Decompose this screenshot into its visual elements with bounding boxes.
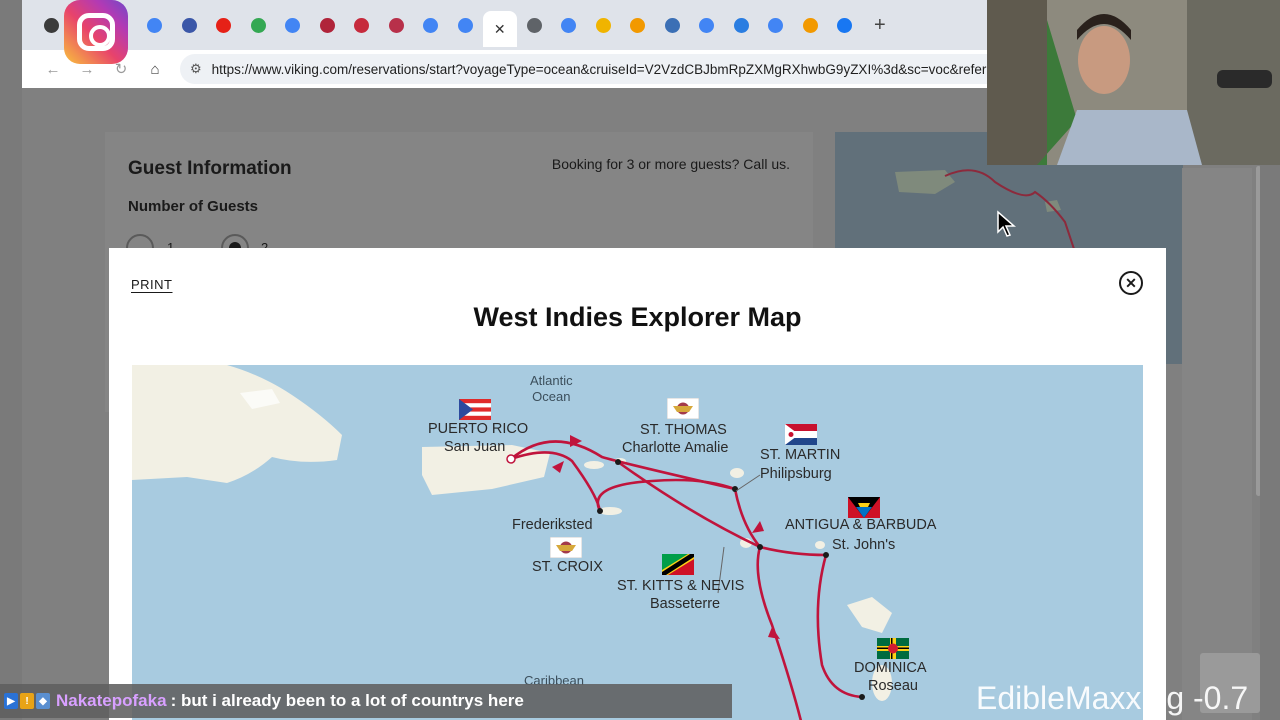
st-martin-flag-icon bbox=[785, 424, 817, 445]
chat-badges: ▶ ! ◆ bbox=[4, 693, 50, 709]
dominica-label: DOMINICA bbox=[854, 660, 927, 676]
san-juan-label: San Juan bbox=[444, 439, 506, 455]
st-martin-label: ST. MARTIN bbox=[760, 447, 841, 463]
tab-favicon-icon bbox=[526, 17, 542, 33]
bits-badge-icon: ◆ bbox=[36, 693, 50, 709]
browser-tab[interactable] bbox=[345, 9, 380, 41]
tab-favicon-icon bbox=[561, 17, 577, 33]
st-croix-label: ST. CROIX bbox=[532, 559, 603, 575]
antigua-barbuda-label: ANTIGUA & BARBUDA bbox=[785, 517, 937, 533]
browser-tab[interactable] bbox=[724, 9, 759, 41]
browser-tab[interactable] bbox=[241, 9, 276, 41]
print-link[interactable]: PRINT bbox=[131, 277, 173, 292]
home-icon[interactable]: ⌂ bbox=[138, 61, 172, 78]
tab-favicon-icon bbox=[733, 17, 749, 33]
puerto-rico-flag-icon bbox=[459, 399, 491, 420]
map-land-layer bbox=[132, 365, 892, 720]
site-settings-icon[interactable]: ⚙ bbox=[190, 61, 202, 77]
url-text: https://www.viking.com/reservations/star… bbox=[211, 61, 987, 77]
guest-information-title: Guest Information bbox=[128, 158, 292, 179]
atlantic-ocean-label: Atlantic Ocean bbox=[530, 373, 573, 404]
tab-favicon-icon bbox=[285, 17, 301, 33]
browser-tab-bar: ✕ + bbox=[22, 0, 987, 50]
browser-tab[interactable] bbox=[586, 9, 621, 41]
stream-chat-message: ▶ ! ◆ Nakatepofaka : but i already been … bbox=[0, 684, 732, 718]
tab-favicon-icon bbox=[43, 17, 59, 33]
tab-favicon-icon bbox=[837, 17, 853, 33]
active-browser-tab[interactable]: ✕ bbox=[482, 11, 517, 47]
tab-favicon-icon bbox=[147, 17, 163, 33]
tab-favicon-icon bbox=[319, 17, 335, 33]
st-kitts-nevis-label: ST. KITTS & NEVIS bbox=[617, 578, 745, 594]
booking-call-text: Booking for 3 or more guests? Call us. bbox=[551, 156, 790, 172]
sub-badge-icon: ! bbox=[20, 693, 34, 709]
tab-favicon-icon bbox=[802, 17, 818, 33]
number-of-guests-label: Number of Guests bbox=[128, 198, 259, 215]
browser-tab[interactable] bbox=[759, 9, 794, 41]
browser-tab[interactable] bbox=[828, 9, 863, 41]
st-croix-flag-icon bbox=[550, 537, 582, 558]
webcam-overlay bbox=[987, 0, 1280, 165]
antigua-barbuda-flag-icon bbox=[848, 497, 880, 518]
browser-tab[interactable] bbox=[621, 9, 656, 41]
tab-favicon-icon bbox=[423, 17, 439, 33]
plus-icon[interactable]: + bbox=[874, 14, 886, 37]
tab-favicon-icon bbox=[388, 17, 404, 33]
st-kitts-nevis-flag-icon bbox=[662, 554, 694, 575]
browser-tab[interactable] bbox=[655, 9, 690, 41]
browser-tab[interactable] bbox=[138, 9, 173, 41]
browser-tab[interactable] bbox=[793, 9, 828, 41]
browser-tab[interactable] bbox=[379, 9, 414, 41]
browser-tab[interactable] bbox=[552, 9, 587, 41]
tab-favicon-icon bbox=[699, 17, 715, 33]
prime-badge-icon: ▶ bbox=[4, 693, 18, 709]
browser-tab[interactable] bbox=[414, 9, 449, 41]
browser-address-bar: ← → ↻ ⌂ ⚙ https://www.viking.com/reserva… bbox=[22, 50, 987, 88]
browser-tab[interactable] bbox=[207, 9, 242, 41]
browser-tab[interactable] bbox=[448, 9, 483, 41]
charlotte-amalie-label: Charlotte Amalie bbox=[622, 440, 729, 456]
philipsburg-label: Philipsburg bbox=[760, 466, 832, 482]
instagram-logo-icon bbox=[64, 0, 128, 64]
tab-favicon-icon bbox=[664, 17, 680, 33]
tab-favicon-icon bbox=[250, 17, 266, 33]
summary-panel bbox=[1182, 168, 1252, 720]
tab-favicon-icon bbox=[630, 17, 646, 33]
roseau-label: Roseau bbox=[868, 678, 918, 694]
close-circle-icon[interactable]: ✕ bbox=[1119, 271, 1143, 295]
tab-favicon-icon bbox=[457, 17, 473, 33]
back-icon[interactable]: ← bbox=[36, 61, 70, 78]
puerto-rico-label: PUERTO RICO bbox=[428, 421, 529, 437]
browser-tab[interactable] bbox=[276, 9, 311, 41]
browser-tab[interactable] bbox=[690, 9, 725, 41]
url-field[interactable]: ⚙ https://www.viking.com/reservations/st… bbox=[180, 54, 987, 84]
chat-message-text: : but i already been to a lot of country… bbox=[170, 691, 524, 710]
us-virgin-islands-flag-icon bbox=[667, 398, 699, 419]
browser-tab[interactable] bbox=[172, 9, 207, 41]
modal-title: West Indies Explorer Map bbox=[473, 302, 802, 332]
west-indies-map: Atlantic Ocean Caribbean PUERTO RICO San… bbox=[132, 365, 1143, 720]
tab-close-icon[interactable]: ✕ bbox=[494, 21, 506, 38]
browser-tab[interactable] bbox=[310, 9, 345, 41]
route-map-modal: PRINT ✕ West Indies Explorer Map Atlanti… bbox=[109, 248, 1166, 720]
tab-favicon-icon bbox=[595, 17, 611, 33]
st-johns-label: St. John's bbox=[832, 537, 896, 553]
stream-watermark: EdibleMaxxing -0.7 bbox=[976, 680, 1249, 716]
st-thomas-label: ST. THOMAS bbox=[640, 422, 727, 438]
mouse-cursor-icon bbox=[997, 210, 1016, 237]
tab-favicon-icon bbox=[216, 17, 232, 33]
tab-favicon-icon bbox=[181, 17, 197, 33]
frederiksted-label: Frederiksted bbox=[512, 517, 593, 533]
browser-tab[interactable] bbox=[517, 9, 552, 41]
tab-favicon-icon bbox=[768, 17, 784, 33]
dominica-flag-icon bbox=[877, 638, 909, 659]
page-scrollbar[interactable] bbox=[1256, 166, 1260, 496]
basseterre-label: Basseterre bbox=[650, 596, 721, 612]
chat-username: Nakatepofaka bbox=[56, 691, 167, 710]
tab-favicon-icon bbox=[354, 17, 370, 33]
